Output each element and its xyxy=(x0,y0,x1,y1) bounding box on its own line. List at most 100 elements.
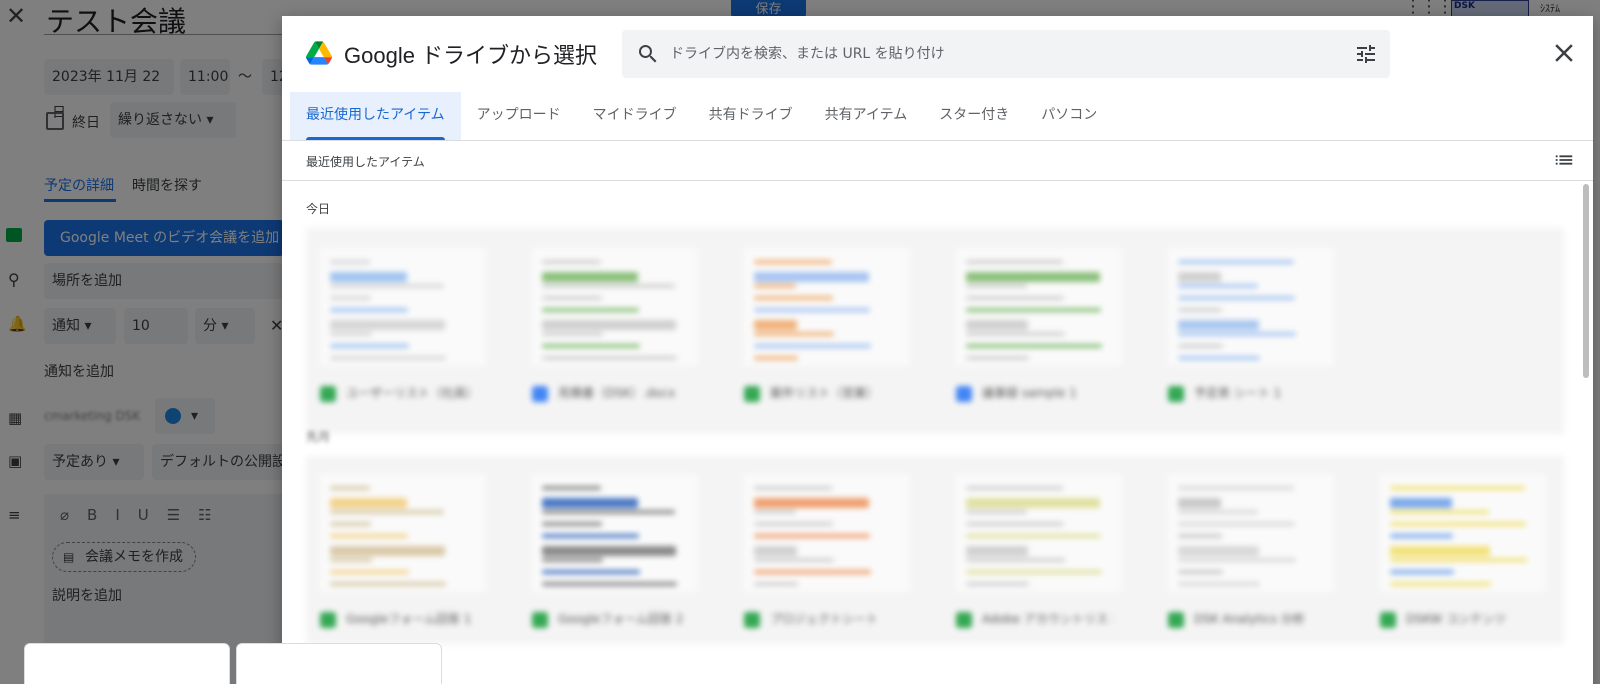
picker-title: Google ドライブから選択 xyxy=(344,43,598,68)
thumbnail-line xyxy=(966,558,1065,562)
thumbnail-line xyxy=(330,332,372,336)
tab-item[interactable]: スター付き xyxy=(923,92,1025,140)
file-name: 案件リスト（営業） xyxy=(770,386,879,400)
thumbnail-line xyxy=(1178,546,1259,556)
thumbnail-line xyxy=(542,272,638,282)
scrollbar[interactable] xyxy=(1583,184,1589,378)
sheets-file-icon xyxy=(532,612,548,628)
thumbnail-line xyxy=(330,486,370,490)
file-card[interactable]: 予定表 シート 1 xyxy=(1154,238,1334,408)
file-name: Googleフォーム回答 1 xyxy=(346,612,472,626)
tab-item[interactable]: パソコン xyxy=(1025,92,1113,140)
thumbnail-line xyxy=(966,486,1063,490)
file-name: プロジェクトシート xyxy=(770,612,879,626)
thumbnail-line xyxy=(966,344,1102,348)
thumbnail-line xyxy=(1178,260,1294,264)
thumbnail-line xyxy=(754,308,870,312)
sheets-file-icon xyxy=(1380,612,1396,628)
thumbnail-line xyxy=(754,546,797,556)
thumbnail-line xyxy=(542,534,639,538)
section-header: 最近使用したアイテム xyxy=(282,141,1593,181)
thumbnail-line xyxy=(754,486,832,490)
tab-item[interactable]: 最近使用したアイテム xyxy=(290,92,461,140)
file-card[interactable]: 見積書（DSK）.docx xyxy=(518,238,698,408)
group-label-today: 今日 xyxy=(306,202,331,216)
tab-item[interactable]: 共有アイテム xyxy=(809,92,924,140)
file-card[interactable]: ユーザーリスト（社員） xyxy=(306,238,486,408)
thumbnail-line xyxy=(754,356,798,360)
thumbnail-line xyxy=(330,570,409,574)
thumbnail-line xyxy=(754,570,871,574)
thumbnail-line xyxy=(754,558,834,562)
file-thumbnail xyxy=(1380,474,1546,592)
sheets-file-icon xyxy=(744,612,760,628)
file-card[interactable]: Googleフォーム回答 1 xyxy=(306,464,486,634)
file-card[interactable]: DSK Analytics 分析 xyxy=(1154,464,1334,634)
folder-card[interactable] xyxy=(236,643,442,684)
file-card[interactable]: プロジェクトシート xyxy=(730,464,910,634)
thumbnail-line xyxy=(330,344,409,348)
close-icon[interactable] xyxy=(1549,38,1579,68)
docs-file-icon xyxy=(532,386,548,402)
list-view-icon[interactable] xyxy=(1553,149,1575,171)
thumbnail-line xyxy=(1178,296,1295,300)
filter-options-icon[interactable] xyxy=(1354,42,1378,66)
thumbnail-line xyxy=(1178,510,1258,514)
search-icon[interactable] xyxy=(636,42,660,66)
tab-item[interactable]: 共有ドライブ xyxy=(693,92,809,140)
thumbnail-line xyxy=(1178,498,1221,508)
file-list: 今日 ユーザーリスト（社員） 見積書（DSK）.docx 案件リスト（営業） 議事録 … xyxy=(282,182,1593,684)
file-card[interactable]: 案件リスト（営業） xyxy=(730,238,910,408)
group-label-last-month: 先月 xyxy=(306,430,331,444)
thumbnail-line xyxy=(542,308,639,312)
file-thumbnail xyxy=(744,248,910,366)
sheets-file-icon xyxy=(1168,612,1184,628)
sheets-file-icon xyxy=(320,612,336,628)
tab-item[interactable]: アップロード xyxy=(461,92,577,140)
thumbnail-line xyxy=(542,260,601,264)
thumbnail-line xyxy=(754,272,869,282)
thumbnail-line xyxy=(1390,570,1454,574)
file-thumbnail xyxy=(1168,248,1334,366)
thumbnail-line xyxy=(1390,534,1453,538)
thumbnail-line xyxy=(1178,308,1222,312)
drive-picker-dialog: Google ドライブから選択 最近使用したアイテムアップロードマイドライブ共有… xyxy=(282,16,1593,684)
thumbnail-line xyxy=(330,296,371,300)
file-card[interactable]: Adobe アカウントリスト xyxy=(942,464,1122,634)
file-thumbnail xyxy=(1168,474,1334,592)
thumbnail-line xyxy=(1390,522,1526,526)
thumbnail-line xyxy=(542,320,676,330)
thumbnail-line xyxy=(966,546,1028,556)
file-card[interactable]: DSKW コンテンツ xyxy=(1366,464,1546,634)
file-card[interactable]: Googleフォーム回答 2 xyxy=(518,464,698,634)
thumbnail-line xyxy=(1390,546,1490,556)
tab-item[interactable]: マイドライブ xyxy=(577,92,693,140)
thumbnail-line xyxy=(966,296,1064,300)
thumbnail-line xyxy=(754,260,832,264)
thumbnail-line xyxy=(1390,486,1525,490)
search-input[interactable] xyxy=(670,30,1320,78)
docs-file-icon xyxy=(956,386,972,402)
thumbnail-line xyxy=(966,260,1063,264)
thumbnail-line xyxy=(1178,522,1295,526)
file-name: 議事録 sample 1 xyxy=(982,386,1077,400)
thumbnail-line xyxy=(966,332,1065,336)
thumbnail-line xyxy=(754,284,796,288)
thumbnail-line xyxy=(1178,272,1221,282)
thumbnail-line xyxy=(330,308,408,312)
file-grid-today: ユーザーリスト（社員） 見積書（DSK）.docx 案件リスト（営業） 議事録 sam… xyxy=(306,228,1564,434)
search-bar[interactable] xyxy=(622,30,1390,78)
thumbnail-line xyxy=(1178,570,1223,574)
file-card[interactable]: 議事録 sample 1 xyxy=(942,238,1122,408)
thumbnail-line xyxy=(1178,582,1260,586)
thumbnail-line xyxy=(542,344,640,348)
thumbnail-line xyxy=(542,522,602,526)
sheets-file-icon xyxy=(956,612,972,628)
file-name: DSK Analytics 分析 xyxy=(1194,612,1305,626)
thumbnail-line xyxy=(542,332,603,336)
folder-card[interactable] xyxy=(24,643,230,684)
file-grid-last-month: Googleフォーム回答 1 Googleフォーム回答 2 プロジェクトシート Ado… xyxy=(306,456,1564,644)
thumbnail-line xyxy=(330,320,445,330)
thumbnail-line xyxy=(330,558,372,562)
file-thumbnail xyxy=(532,474,698,592)
